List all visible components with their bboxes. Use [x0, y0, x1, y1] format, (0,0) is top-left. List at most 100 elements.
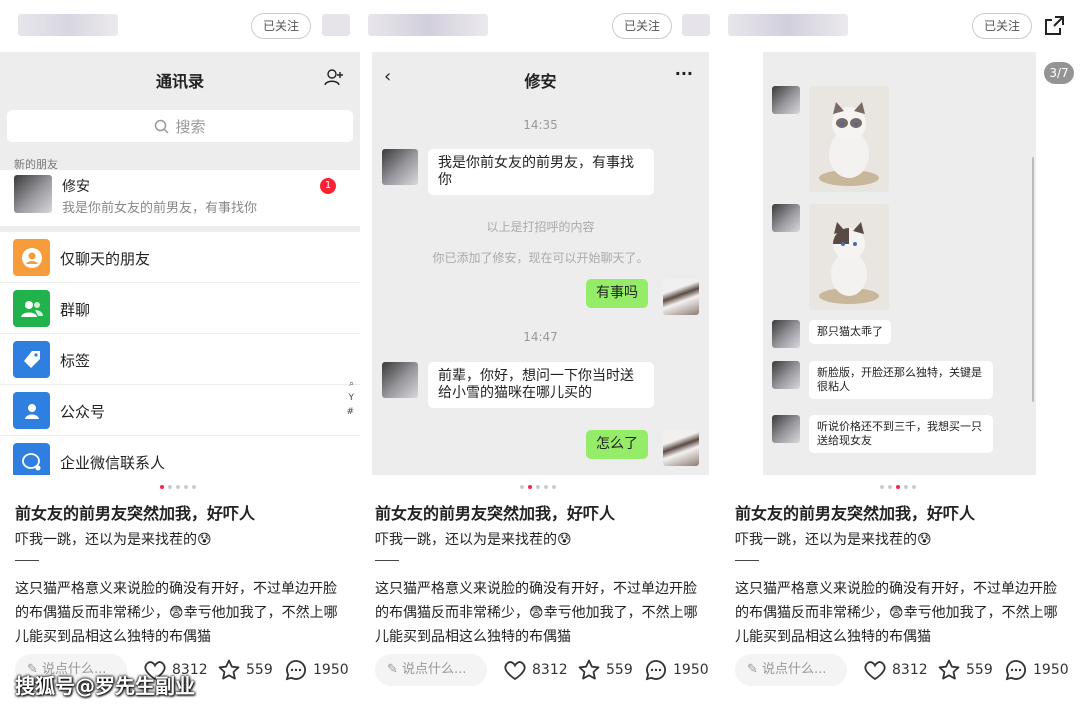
avatar	[772, 361, 800, 389]
heart-icon	[864, 661, 886, 681]
contact-item-chat-only[interactable]: 仅聊天的朋友	[0, 232, 360, 283]
favorite-count: 559	[606, 662, 633, 678]
avatar	[663, 430, 699, 466]
scrollbar[interactable]	[1032, 157, 1034, 402]
favorite-button[interactable]: 559	[217, 658, 273, 682]
system-notice: 你已添加了修安，现在可以开始聊天了。	[432, 251, 649, 265]
wecom-contact-icon	[13, 443, 50, 475]
contacts-screenshot[interactable]: 通讯录 搜索 新的朋友 修安 我是你前女友的前男友，有事找你 1 仅聊天的朋友 …	[0, 52, 360, 475]
contacts-search-input[interactable]: 搜索	[7, 110, 353, 142]
chat-screenshot[interactable]: ‹ 修安 ··· 14:35 我是你前女友的前男友，有事找你 以上是打招呼的内容…	[372, 52, 709, 475]
post-subtitle: 吓我一跳，还以为是来找茬的😰	[375, 532, 572, 548]
post-header: 已关注	[720, 0, 1080, 52]
blurred-author-avatar	[18, 14, 118, 36]
post-title: 前女友的前男友突然加我，好吓人	[15, 504, 256, 523]
comment-button[interactable]: 1950	[1004, 658, 1069, 682]
new-friends-section-label: 新的朋友	[0, 150, 360, 171]
carousel-dots	[160, 485, 196, 489]
comment-icon	[285, 660, 306, 681]
post-panel-2: 已关注 ‹ 修安 ··· 14:35 我是你前女友的前男友，有事找你 以上是打招…	[360, 0, 720, 707]
avatar	[772, 415, 800, 443]
chat-header: ‹ 修安 ···	[372, 52, 709, 102]
carousel-dots	[880, 485, 916, 489]
cat-photo[interactable]	[809, 204, 889, 310]
favorite-count: 559	[966, 662, 993, 678]
received-message: 新脸版，开脸还那么独特，关键是很粘人	[809, 361, 993, 399]
post-title: 前女友的前男友突然加我，好吓人	[375, 504, 616, 523]
contact-item-group-chat[interactable]: 群聊	[0, 283, 360, 334]
share-icon[interactable]	[1042, 14, 1066, 38]
avatar	[663, 279, 699, 315]
star-icon	[578, 659, 600, 680]
post-title: 前女友的前男友突然加我，好吓人	[735, 504, 976, 523]
contact-item-official-accounts[interactable]: 公众号 ⌕ Y #	[0, 379, 360, 436]
star-icon	[938, 659, 960, 680]
sent-message: 怎么了	[586, 430, 648, 459]
divider	[375, 560, 399, 561]
sweat-emoji-icon: 😰	[917, 532, 932, 548]
blurred-area	[682, 14, 710, 36]
follow-button[interactable]: 已关注	[251, 13, 312, 39]
post-body: 这只猫严格意义来说脸的确没有开好，不过单边开脸的布偶猫反而非常稀少，😨幸亏他加我…	[375, 581, 698, 645]
add-friend-icon[interactable]	[324, 68, 344, 86]
comment-button[interactable]: 1950	[644, 658, 709, 682]
received-message: 前辈，你好，想问一下你当时送给小雪的猫咪在哪儿买的	[428, 362, 654, 408]
received-message: 那只猫太乖了	[809, 320, 891, 344]
contact-item-tags[interactable]: 标签	[0, 334, 360, 385]
like-count: 8312	[532, 662, 568, 678]
system-notice: 以上是打招呼的内容	[486, 220, 595, 234]
received-message: 听说价格还不到三千，我想买一只送给现女友	[809, 415, 993, 453]
contact-item-label: 仅聊天的朋友	[60, 250, 151, 268]
blurred-author-avatar	[728, 14, 848, 36]
avatar	[14, 175, 52, 213]
comment-icon	[645, 660, 666, 681]
star-icon	[218, 659, 240, 680]
avatar	[772, 204, 800, 232]
chat-screenshot[interactable]: 那只猫太乖了 新脸版，开脸还那么独特，关键是很粘人 听说价格还不到三千，我想买一…	[763, 52, 1036, 475]
avatar	[772, 86, 800, 114]
avatar	[382, 362, 418, 398]
new-friend-message: 我是你前女友的前男友，有事找你	[62, 201, 258, 216]
group-chat-icon	[13, 290, 50, 327]
index-letter[interactable]: #	[346, 407, 354, 417]
comment-button[interactable]: 1950	[284, 658, 349, 682]
index-letter[interactable]: Y	[349, 393, 355, 403]
like-button[interactable]: 8312	[503, 658, 568, 682]
search-placeholder: 搜索	[175, 117, 206, 136]
more-icon[interactable]: ···	[675, 64, 693, 83]
contact-item-wecom[interactable]: 企业微信联系人	[0, 436, 360, 475]
divider	[735, 560, 759, 561]
follow-button[interactable]: 已关注	[612, 13, 673, 39]
comment-count: 1950	[673, 662, 709, 678]
contact-item-label: 标签	[60, 352, 91, 370]
image-index-badge: 3/7	[1044, 62, 1074, 84]
contacts-title: 通讯录	[155, 72, 204, 91]
blurred-area	[322, 14, 350, 36]
like-button[interactable]: 8312	[863, 658, 928, 682]
official-account-icon	[13, 392, 50, 429]
post-subtitle: 吓我一跳，还以为是来找茬的😰	[735, 532, 932, 548]
post-body: 这只猫严格意义来说脸的确没有开好，不过单边开脸的布偶猫反而非常稀少，😨幸亏他加我…	[735, 581, 1058, 645]
post-header: 已关注	[0, 0, 360, 52]
follow-button[interactable]: 已关注	[972, 13, 1033, 39]
index-search-icon[interactable]: ⌕	[349, 379, 354, 389]
received-message: 我是你前女友的前男友，有事找你	[428, 149, 654, 195]
search-icon	[155, 119, 170, 134]
post-panel-1: 已关注 通讯录 搜索 新的朋友 修安 我是你前女友的前男友，有事找你 1 仅聊天…	[0, 0, 360, 707]
avatar	[772, 320, 800, 348]
watermark: 搜狐号@罗先生副业	[15, 674, 195, 698]
engagement-bar: ✎ 说点什么... 8312 559 1950	[360, 652, 720, 692]
comment-input[interactable]: ✎ 说点什么...	[375, 654, 487, 686]
sent-message: 有事吗	[586, 279, 648, 308]
new-friend-name: 修安	[62, 179, 90, 195]
favorite-button[interactable]: 559	[577, 658, 633, 682]
sweat-emoji-icon: 😰	[197, 532, 212, 548]
favorite-count: 559	[246, 662, 273, 678]
contact-item-label: 公众号	[60, 403, 106, 421]
favorite-button[interactable]: 559	[937, 658, 993, 682]
comment-input[interactable]: ✎ 说点什么...	[735, 654, 847, 686]
new-friend-request[interactable]: 修安 我是你前女友的前男友，有事找你 1	[0, 170, 360, 226]
like-count: 8312	[892, 662, 928, 678]
sweat-emoji-icon: 😰	[557, 532, 572, 548]
cat-photo[interactable]	[809, 86, 889, 192]
